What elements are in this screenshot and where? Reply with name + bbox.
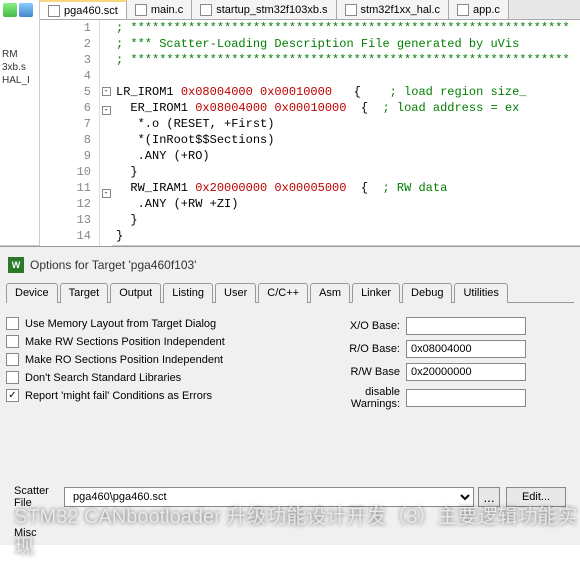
tree-item[interactable]: RM (2, 48, 37, 61)
editor-tab[interactable]: main.c (127, 0, 192, 19)
editor-tab[interactable]: app.c (449, 0, 509, 19)
editor-tab[interactable]: startup_stm32f103xb.s (192, 0, 336, 19)
dialog-tab-output[interactable]: Output (110, 283, 161, 303)
dialog-title-bar: W Options for Target 'pga460f103' (6, 253, 574, 283)
tree-item[interactable]: HAL_I (2, 74, 37, 87)
scatter-edit-button[interactable]: Edit... (506, 487, 566, 507)
dialog-tab-c/c++[interactable]: C/C++ (258, 283, 308, 303)
scatter-label: Scatter File (14, 485, 64, 509)
dialog-tab-linker[interactable]: Linker (352, 283, 400, 303)
dialog-tab-target[interactable]: Target (60, 283, 109, 303)
dialog-title-text: Options for Target 'pga460f103' (30, 258, 196, 272)
file-icon (457, 4, 469, 16)
nav-back-icon[interactable] (3, 3, 17, 17)
editor-tab[interactable]: pga460.sct (40, 0, 127, 19)
rw-base-input[interactable] (406, 363, 526, 381)
dont-search-checkbox[interactable] (6, 371, 19, 384)
file-icon (200, 4, 212, 16)
tree-item[interactable]: 3xb.s (2, 61, 37, 74)
dialog-tabs: DeviceTargetOutputListingUserC/C++AsmLin… (6, 283, 574, 303)
disable-warnings-input[interactable] (406, 389, 526, 407)
scatter-file-select[interactable]: pga460\pga460.sct (64, 487, 474, 507)
make-ro-checkbox[interactable] (6, 353, 19, 366)
file-icon (345, 4, 357, 16)
dialog-tab-utilities[interactable]: Utilities (454, 283, 507, 303)
project-tree-panel: RM 3xb.s HAL_I (0, 0, 40, 245)
dialog-icon: W (8, 257, 24, 273)
dialog-tab-debug[interactable]: Debug (402, 283, 452, 303)
ro-base-input[interactable] (406, 340, 526, 358)
editor-tabs: pga460.sctmain.cstartup_stm32f103xb.sstm… (40, 0, 580, 20)
file-icon (48, 5, 60, 17)
editor-tab[interactable]: stm32f1xx_hal.c (337, 0, 449, 19)
misc-label: Misc (14, 527, 64, 539)
dialog-tab-listing[interactable]: Listing (163, 283, 213, 303)
report-might-fail-checkbox[interactable] (6, 389, 19, 402)
make-rw-checkbox[interactable] (6, 335, 19, 348)
scatter-browse-button[interactable]: ... (478, 487, 500, 507)
dialog-tab-device[interactable]: Device (6, 283, 58, 303)
xo-base-input[interactable] (406, 317, 526, 335)
code-editor[interactable]: ; **************************************… (112, 20, 580, 269)
dialog-tab-user[interactable]: User (215, 283, 256, 303)
dialog-tab-asm[interactable]: Asm (310, 283, 350, 303)
options-dialog: W Options for Target 'pga460f103' Device… (0, 246, 580, 545)
nav-forward-icon[interactable] (19, 3, 33, 17)
line-number-gutter: 123456789101112131415 (40, 20, 100, 269)
file-icon (135, 4, 147, 16)
use-memory-layout-checkbox[interactable] (6, 317, 19, 330)
fold-column: --- (100, 20, 112, 269)
